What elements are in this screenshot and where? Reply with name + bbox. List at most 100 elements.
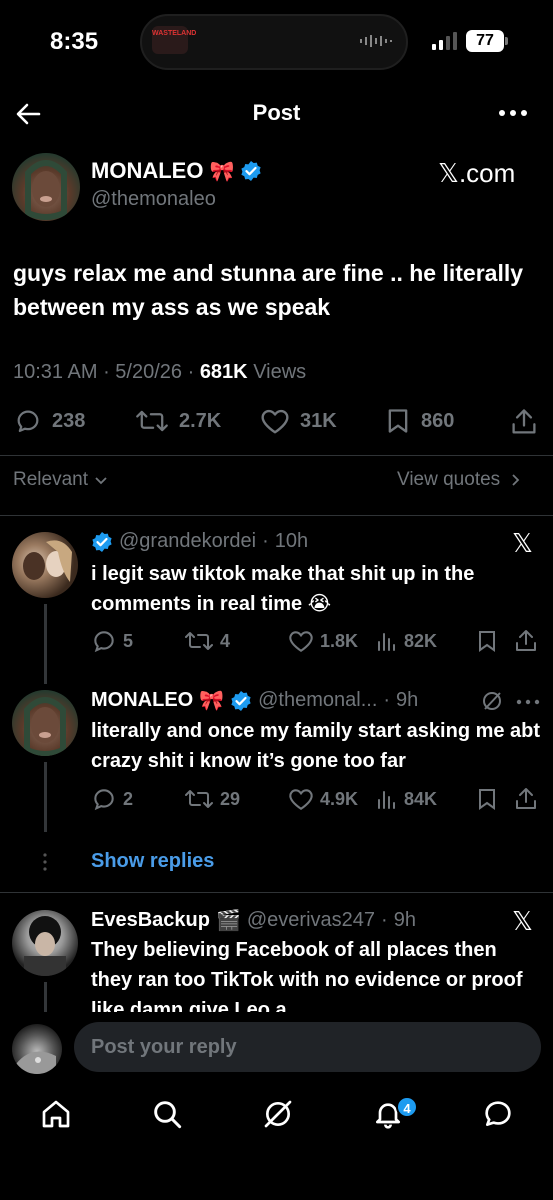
like-count: 31K <box>300 409 337 432</box>
reply-age: 9h <box>396 689 419 711</box>
my-avatar <box>12 1024 62 1074</box>
more-horizontal-icon[interactable] <box>516 698 540 706</box>
like-button[interactable]: 31K <box>260 407 337 435</box>
post-meta: 10:31 AM · 5/20/26 · 681K Views <box>13 361 307 383</box>
chevron-right-icon <box>510 472 520 488</box>
share-icon[interactable] <box>514 628 538 654</box>
now-playing-artwork: WASTELAND <box>152 26 196 54</box>
author-name[interactable]: MONALEO <box>91 158 203 184</box>
reply-button[interactable]: 2 <box>91 786 184 812</box>
post-text: guys relax me and stunna are fine .. he … <box>13 260 524 320</box>
thread-line <box>44 762 47 832</box>
like-count: 1.8K <box>320 630 359 651</box>
bookmark-icon[interactable] <box>476 787 514 811</box>
grok-icon[interactable] <box>262 1098 294 1130</box>
thread-dots-icon <box>43 852 47 872</box>
reply-text: literally and once my family start askin… <box>91 720 541 772</box>
audio-waveform-icon <box>360 34 392 48</box>
heart-icon <box>260 407 290 435</box>
verified-badge-icon <box>240 160 262 182</box>
views-label: Views <box>253 361 307 383</box>
reply-handle[interactable]: @themonal... <box>258 689 377 712</box>
sort-dropdown[interactable]: Relevant <box>13 469 108 491</box>
reply-header[interactable]: @grandekordei · 10h <box>91 530 308 553</box>
reply-avatar[interactable] <box>12 690 78 756</box>
repost-count: 29 <box>220 788 241 809</box>
repost-icon <box>135 407 169 435</box>
reply-handle[interactable]: @grandekordei <box>119 530 256 553</box>
views-count: 82K <box>404 630 438 651</box>
messages-icon[interactable] <box>482 1098 514 1130</box>
heart-icon <box>288 629 314 653</box>
view-quotes-link[interactable]: View quotes <box>397 469 520 491</box>
repost-button[interactable]: 29 <box>184 787 288 811</box>
reply-actions: 5 4 1.8K 82K <box>91 628 541 654</box>
status-time: 8:35 <box>50 28 99 55</box>
reply-age: 10h <box>274 530 309 552</box>
separator-dot: · <box>383 689 391 711</box>
reply-header[interactable]: EvesBackup 🎬 @everivas247 · 9h <box>91 908 416 933</box>
reply-text: i legit saw tiktok make that shit up in … <box>91 563 475 615</box>
x-logo-icon: 𝕏 <box>512 528 533 558</box>
x-logo-icon: 𝕏 <box>512 906 533 936</box>
divider <box>0 455 553 456</box>
source-link[interactable]: 𝕏.com <box>438 158 515 189</box>
bookmark-count: 860 <box>421 409 455 432</box>
reply-input[interactable]: Post your reply <box>74 1022 541 1072</box>
repost-count: 2.7K <box>179 409 222 432</box>
author-name-row[interactable]: MONALEO 🎀 <box>91 158 262 184</box>
bow-emoji: 🎀 <box>199 690 225 712</box>
views-button[interactable]: 84K <box>376 788 476 810</box>
home-icon[interactable] <box>40 1098 72 1130</box>
reply-avatar[interactable] <box>12 910 78 976</box>
views-button[interactable]: 82K <box>376 630 476 652</box>
thread-line <box>44 982 47 1012</box>
author-handle[interactable]: @themonaleo <box>91 188 216 211</box>
show-replies-link[interactable]: Show replies <box>91 850 214 873</box>
page-title: Post <box>252 100 301 125</box>
reply-button[interactable]: 238 <box>14 407 85 435</box>
divider <box>0 515 553 516</box>
like-count: 4.9K <box>320 788 359 809</box>
bookmark-button[interactable]: 860 <box>385 407 454 435</box>
reply-avatar[interactable] <box>12 532 78 598</box>
bookmark-icon[interactable] <box>476 629 514 653</box>
repost-button[interactable]: 4 <box>184 629 288 653</box>
reply-author-name[interactable]: MONALEO <box>91 689 193 712</box>
search-icon[interactable] <box>151 1098 183 1130</box>
post-time: 10:31 AM <box>13 361 98 383</box>
notifications-badge: 4 <box>396 1096 418 1118</box>
reply-icon <box>14 407 42 435</box>
share-icon[interactable] <box>514 786 538 812</box>
views-count: 84K <box>404 788 438 809</box>
grok-icon[interactable] <box>481 690 503 712</box>
battery-tip <box>505 37 508 45</box>
clapperboard-emoji: 🎬 <box>215 910 241 932</box>
author-avatar[interactable] <box>12 153 80 221</box>
battery-level: 77 <box>466 30 504 52</box>
repost-button[interactable]: 2.7K <box>135 407 221 435</box>
reply-button[interactable]: 5 <box>91 628 184 654</box>
bookmark-icon <box>385 407 411 435</box>
reply-count: 5 <box>123 630 134 651</box>
like-button[interactable]: 1.8K <box>288 629 376 653</box>
more-horizontal-icon[interactable] <box>498 105 528 121</box>
post-date: 5/20/26 <box>115 361 183 383</box>
reply-handle[interactable]: @everivas247 <box>247 909 375 932</box>
reply-author-name[interactable]: EvesBackup <box>91 909 210 932</box>
repost-icon <box>184 787 214 811</box>
heart-icon <box>288 787 314 811</box>
share-icon[interactable] <box>510 407 538 437</box>
reply-count: 238 <box>52 409 86 432</box>
reply-text: They believing Facebook of all places th… <box>91 939 523 1015</box>
reply-header[interactable]: MONALEO 🎀 @themonal... · 9h <box>91 688 418 713</box>
cellular-signal-icon <box>432 32 458 50</box>
reply-icon <box>91 786 117 812</box>
divider <box>0 892 553 893</box>
separator-dot: · <box>262 530 269 552</box>
like-button[interactable]: 4.9K <box>288 787 376 811</box>
separator-dot: · <box>381 909 388 931</box>
views-count: 681K <box>199 361 248 383</box>
reply-actions: 2 29 4.9K 84K <box>91 786 541 812</box>
verified-badge-icon <box>91 531 113 553</box>
